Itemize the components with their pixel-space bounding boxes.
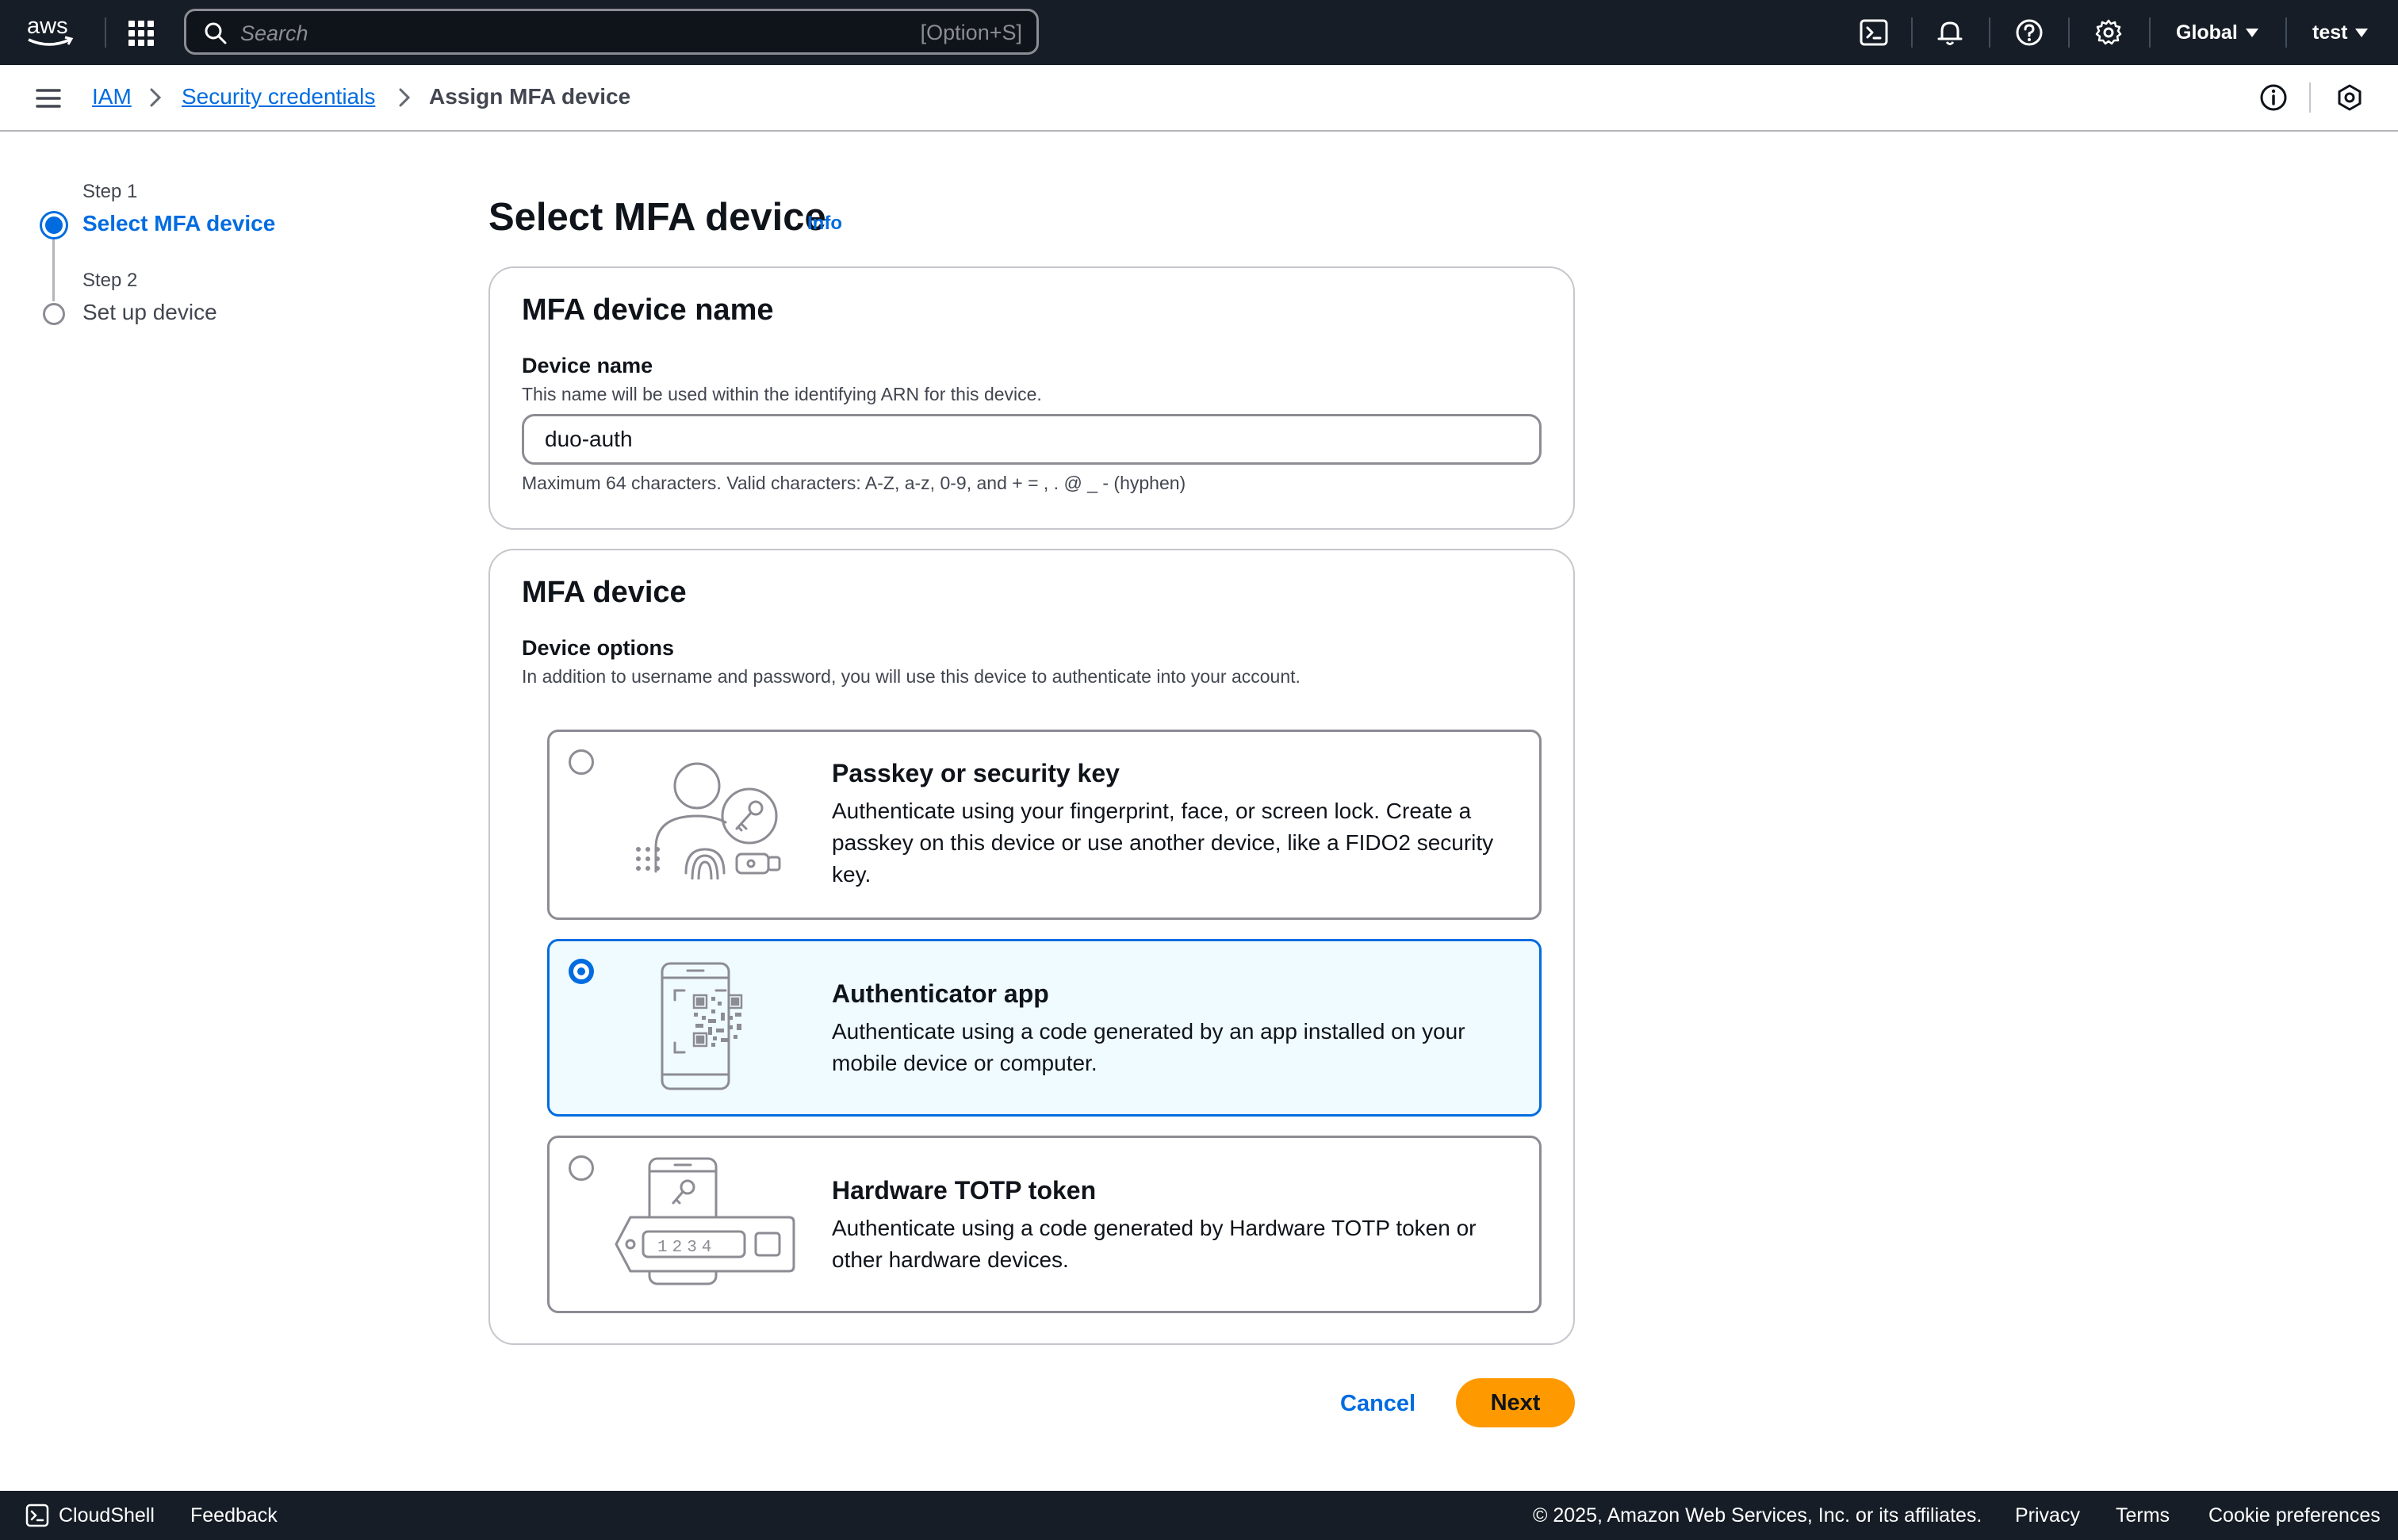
step-1-indicator [40,211,68,239]
apps-grid-icon[interactable] [127,19,155,48]
option-hardware-totp-description: Authenticate using a code generated by H… [832,1216,1477,1272]
footer-cloudshell-link[interactable]: CloudShell [59,1504,155,1527]
option-passkey-radio[interactable] [569,749,594,775]
settings-icon[interactable] [2093,17,2124,48]
option-authenticator-app-title: Authenticator app [832,979,1049,1008]
info-circle-icon[interactable] [2258,82,2289,113]
nav-divider [2285,17,2287,48]
aws-logo-text: aws [27,13,68,39]
footer: CloudShell Feedback © 2025, Amazon Web S… [0,1491,2398,1540]
help-icon[interactable] [2014,17,2044,48]
nav-divider [1911,17,1913,48]
device-name-description: This name will be used within the identi… [522,384,1042,404]
search-input[interactable]: Search [Option+S] [184,9,1039,55]
device-options-description: In addition to username and password, yo… [522,666,1301,687]
device-name-label: Device name [522,354,653,377]
nav-divider [2068,17,2070,48]
authenticator-app-icon [661,962,743,1090]
page-title: Select MFA device [488,196,826,239]
breadcrumb-security-credentials[interactable]: Security credentials [182,84,375,109]
region-selector[interactable]: Global [2176,17,2258,48]
account-label: test [2312,21,2348,44]
footer-feedback-link[interactable]: Feedback [190,1504,278,1527]
option-passkey-description: Authenticate using your fingerprint, fac… [832,799,1494,887]
breadcrumb-current: Assign MFA device [429,84,631,109]
passkey-security-key-icon [636,762,781,879]
region-label: Global [2176,21,2238,44]
breadcrumb: IAM Security credentials Assign MFA devi… [0,65,2398,132]
next-button[interactable]: Next [1456,1378,1575,1427]
hardware-token-display: 1234 [657,1239,716,1257]
search-icon [205,22,227,44]
nav-divider [105,17,106,48]
footer-privacy-link[interactable]: Privacy [2015,1504,2080,1527]
caret-down-icon [2245,28,2258,37]
option-authenticator-app-tile[interactable]: Authenticator app Authenticate using a c… [547,939,1542,1117]
device-name-heading: MFA device name [522,293,774,327]
info-link[interactable]: Info [807,213,842,235]
aws-logo[interactable]: aws [25,13,76,49]
chevron-right-icon [399,88,411,107]
cloudshell-icon[interactable] [25,1504,49,1527]
mfa-device-heading: MFA device [522,576,687,609]
option-hardware-totp-radio[interactable] [569,1155,594,1181]
search-shortcut-hint: [Option+S] [920,21,1022,44]
hardware-token-icon: 1234 [615,1157,795,1285]
option-authenticator-app-description: Authenticate using a code generated by a… [832,1019,1465,1075]
step-1-title[interactable]: Select MFA device [82,211,275,236]
device-options-label: Device options [522,636,675,660]
step-connector [52,239,55,301]
option-passkey-title: Passkey or security key [832,759,1120,787]
nav-divider [2149,17,2151,48]
search-placeholder: Search [240,21,308,45]
menu-icon[interactable] [35,86,62,111]
device-name-container: MFA device name Device name This name wi… [488,266,1575,530]
option-passkey-tile[interactable]: Passkey or security key Authenticate usi… [547,730,1542,920]
breadcrumb-iam[interactable]: IAM [92,84,132,109]
bell-icon[interactable] [1935,17,1965,48]
mfa-device-container: MFA device Device options In addition to… [488,549,1575,1345]
step-2-indicator [43,303,65,325]
device-name-constraint: Maximum 64 characters. Valid characters:… [522,473,1186,493]
step-2-title: Set up device [82,300,217,324]
nav-divider [1989,17,1990,48]
step-2-caption: Step 2 [82,270,138,291]
device-name-field[interactable] [522,414,1542,465]
chevron-right-icon [150,88,162,107]
breadcrumb-divider [2309,82,2311,113]
option-hardware-totp-title: Hardware TOTP token [832,1176,1097,1205]
option-authenticator-app-radio[interactable] [569,959,594,984]
footer-copyright: © 2025, Amazon Web Services, Inc. or its… [1533,1504,1982,1527]
account-menu[interactable]: test [2312,17,2369,48]
option-hardware-totp-tile[interactable]: 1234 Hardware TOTP token Authenticate us… [547,1136,1542,1313]
step-1-caption: Step 1 [82,181,138,202]
footer-cookie-preferences-link[interactable]: Cookie preferences [2208,1504,2381,1527]
cloudshell-icon[interactable] [1859,17,1889,48]
caret-down-icon [2355,28,2369,37]
footer-terms-link[interactable]: Terms [2116,1504,2170,1527]
top-navigation: aws Search [Option+S] Global test [0,0,2398,65]
hexagon-settings-icon[interactable] [2335,82,2365,113]
cancel-button[interactable]: Cancel [1321,1380,1435,1427]
